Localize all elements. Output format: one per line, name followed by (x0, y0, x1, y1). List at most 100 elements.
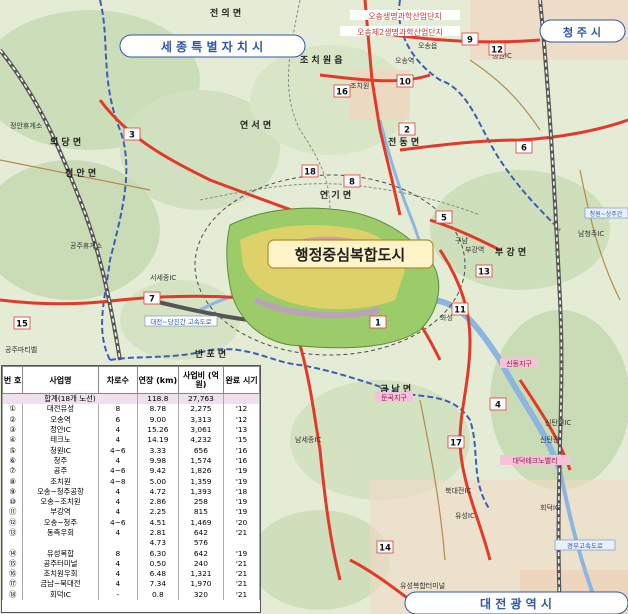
route-number-5: 5 (441, 214, 447, 224)
total-empty (223, 393, 260, 405)
cell-completion: '19 (223, 466, 260, 477)
cell-project: 부강역 (22, 507, 99, 518)
expressway-label: 대전~당진간 고속도로 (150, 317, 211, 326)
total-cost: 27,763 (177, 393, 225, 405)
township-yeongi: 연 기 면 (320, 189, 351, 201)
cell-length: 2.81 (137, 527, 179, 539)
cell-number: ⑮ (1, 558, 24, 570)
table-row: 4.73 576 (1, 538, 260, 549)
cell-cost: 1,393 (177, 486, 225, 497)
yuseong-complex-label: 유성복합터미널 (400, 581, 445, 590)
cell-cost: 258 (177, 496, 225, 508)
table-row: ⑪ 부강역 4 2.25 815'19 (1, 507, 260, 518)
cell-lanes: 4 (97, 496, 139, 508)
bugang-station-label: 부강역 (465, 245, 484, 254)
table-row: ⑧ 조치원 4~8 5.00 1,359'19 (1, 476, 260, 487)
cell-cost: 642 (177, 527, 225, 539)
hwaseong-label: 화성 (440, 313, 453, 322)
cell-length: 9.42 (137, 466, 179, 477)
township-jeonui: 전 의 면 (210, 7, 241, 19)
cell-number: ⑬ (1, 527, 24, 539)
cell-lanes: 4 (97, 455, 139, 467)
osong-eup-label: 오송읍 (418, 42, 438, 50)
cell-number: ① (1, 404, 24, 415)
cheongju-city-label: 청 주 시 (563, 25, 601, 39)
cell-length: 4.72 (137, 486, 179, 497)
route-number-11: 11 (454, 306, 466, 316)
cell-number: ⑱ (1, 589, 24, 600)
route-number-13: 13 (478, 268, 490, 278)
cell-number: ⑧ (1, 476, 24, 487)
route-number-1: 1 (375, 319, 381, 329)
cell-length: 9.00 (137, 414, 179, 425)
daejeon-city-label: 대 전 광 역 시 (480, 596, 552, 611)
hoedeok-ic-label: 회덕IC (540, 503, 560, 512)
cell-lanes: 4~6 (97, 517, 139, 528)
cell-completion: '18 (223, 486, 260, 497)
namicheon-ic-label: 남청주IC (578, 229, 604, 238)
daedeok-tech-label: 대덕테크노밸리 (512, 456, 557, 465)
cell-number (1, 538, 24, 549)
route-number-8: 8 (349, 178, 355, 188)
cell-number: ⑨ (1, 486, 24, 497)
cell-cost: 320 (177, 589, 225, 600)
cell-length: 6.48 (137, 569, 179, 580)
cell-lanes: 8 (97, 548, 139, 559)
table-row: ⑤ 청원IC 4~6 3.33 656'16 (1, 445, 260, 456)
township-uidang: 의 당 면 (50, 136, 81, 148)
cell-cost: 3,061 (177, 424, 225, 436)
route-number-6: 6 (521, 144, 527, 154)
cell-completion: '21 (223, 527, 260, 539)
cell-lanes: 4~6 (97, 445, 139, 456)
cell-number: ③ (1, 424, 24, 436)
table-row: ⑮ 공주터미널 4 0.50 240'21 (1, 558, 260, 570)
cell-cost: 656 (177, 445, 225, 456)
yuseong-ic-label: 유성IC (455, 511, 475, 520)
table-total-row: 합계(18개 노선) 118.8 27,763 (1, 393, 260, 405)
cell-number: ② (1, 414, 24, 425)
cell-completion: '20 (223, 517, 260, 528)
cell-completion: '21 (223, 558, 260, 570)
cell-length: 4.73 (137, 538, 179, 549)
cell-number: ⑥ (1, 455, 24, 467)
table-row: ⑨ 오송~청주공항 4 4.72 1,393'18 (1, 486, 260, 497)
cell-length: 14.19 (137, 435, 179, 446)
cell-completion: '19 (223, 476, 260, 487)
osong-station-label: 오송역 (395, 56, 414, 65)
header-completion: 완료 시기 (223, 366, 260, 394)
cell-length: 15.26 (137, 424, 179, 436)
table-row: ⑦ 공주 4~6 9.42 1,826'19 (1, 466, 260, 477)
cell-lanes: - (97, 589, 139, 600)
cell-project: 동측우회 (22, 527, 99, 539)
cell-project: 청주 (22, 455, 99, 467)
cell-length: 6.30 (137, 548, 179, 559)
township-jeondong: 전 동 면 (388, 136, 419, 148)
cell-project: 오송~청주공항 (22, 486, 99, 497)
gyeongbu-label: 경부고속도로 (567, 541, 603, 550)
cell-completion: '12 (223, 414, 260, 425)
cell-completion: '12 (223, 404, 260, 415)
cell-completion: '16 (223, 455, 260, 467)
route-number-18: 18 (304, 168, 316, 178)
route-number-4: 4 (495, 401, 501, 411)
cell-length: 5.00 (137, 476, 179, 487)
route-number-2: 2 (404, 126, 410, 136)
table-row: ④ 테크노 4 14.19 4,232'15 (1, 435, 260, 446)
cell-number: ⑭ (1, 548, 24, 559)
gongju-rest-label: 공주휴게소 (70, 241, 103, 250)
cell-lanes: 4 (97, 579, 139, 590)
cell-lanes: 4 (97, 558, 139, 570)
cell-project: 대전유성 (22, 404, 99, 415)
header-length: 연장 (km) (137, 366, 179, 394)
cell-completion: '19 (223, 548, 260, 559)
table-row: ① 대전유성 8 8.78 2,275'12 (1, 404, 260, 415)
cell-number: ⑤ (1, 445, 24, 456)
cell-project: 오송~조치원 (22, 496, 99, 508)
cell-cost: 1,469 (177, 517, 225, 528)
jochiwon-label: 조치원 (350, 81, 369, 90)
cell-completion: '15 (223, 435, 260, 446)
city-title: 행정중심복합도시 (295, 246, 405, 264)
cell-project: 회덕IC (22, 589, 99, 600)
table-row: ② 오송역 6 9.00 3,313'12 (1, 414, 260, 425)
cell-cost: 240 (177, 558, 225, 570)
